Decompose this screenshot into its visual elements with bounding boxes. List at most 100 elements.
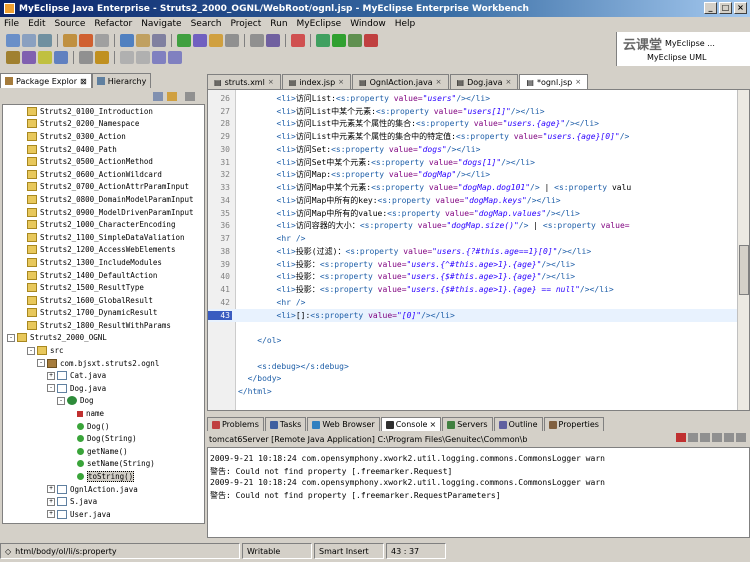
tree-item[interactable]: Struts2_1600_GlobalResult <box>3 294 204 307</box>
external-tools-icon[interactable] <box>364 34 378 47</box>
run-app-icon[interactable] <box>332 34 346 47</box>
highlight-icon[interactable] <box>95 51 109 64</box>
gear-icon[interactable] <box>316 34 330 47</box>
code-line[interactable] <box>208 322 738 335</box>
console-output[interactable]: 2009-9-21 10:18:24 com.opensymphony.xwor… <box>207 447 750 538</box>
code-line[interactable]: 32 <li>访问Map:<s:property value="dogMap"/… <box>208 169 738 182</box>
maximize-button[interactable]: □ <box>719 2 732 14</box>
tree-item[interactable]: Struts2_0800_DomainModelParamInput <box>3 193 204 206</box>
code-line[interactable]: </ol> <box>208 334 738 347</box>
tree-item[interactable]: Dog(String) <box>3 432 204 445</box>
display-console-icon[interactable] <box>736 433 746 442</box>
tree-item[interactable]: + Cat.java <box>3 369 204 382</box>
code-line[interactable]: 42 <hr /> <box>208 296 738 309</box>
expand-toggle-icon[interactable]: + <box>47 485 55 494</box>
tree-item[interactable]: Struts2_0300_Action <box>3 130 204 143</box>
code-line[interactable]: </html> <box>208 385 738 398</box>
run-icon[interactable] <box>177 34 191 47</box>
tree-item[interactable]: Struts2_0100_Introduction <box>3 105 204 118</box>
code-line[interactable]: 43 <li>[]:<s:property value="[0]"/></li> <box>208 308 738 322</box>
tree-item[interactable]: name <box>3 407 204 420</box>
tree-item[interactable]: Struts2_0400_Path <box>3 143 204 156</box>
menu-run[interactable]: Run <box>270 19 287 29</box>
tree-item[interactable]: Struts2_1400_DefaultAction <box>3 269 204 282</box>
tree-item[interactable]: toString() <box>3 470 204 483</box>
edit-icon[interactable] <box>79 51 93 64</box>
expand-toggle-icon[interactable]: - <box>7 333 15 342</box>
close-icon[interactable]: × <box>575 78 581 86</box>
close-icon[interactable]: × <box>436 78 442 86</box>
view-menu-icon[interactable] <box>185 92 195 101</box>
tree-item[interactable]: Struts2_1800_ResultWithParams <box>3 319 204 332</box>
close-icon[interactable]: ⊠ <box>80 77 87 86</box>
code-line[interactable]: 41 <li>投影：<s:property value="users.{$#th… <box>208 283 738 296</box>
editor-tab[interactable]: ▤ index.jsp × <box>281 74 352 89</box>
code-line[interactable]: 34 <li>访问Map中所有的key:<s:property value="d… <box>208 194 738 207</box>
link-editor-icon[interactable] <box>167 92 177 101</box>
new-interface-icon[interactable] <box>54 51 68 64</box>
tree-item[interactable]: + User.java <box>3 508 204 521</box>
editor-tab[interactable]: ▤ struts.xml × <box>207 74 281 89</box>
code-line[interactable]: 27 <li>访问List中某个元素:<s:property value="us… <box>208 105 738 118</box>
expand-toggle-icon[interactable]: + <box>47 510 55 519</box>
code-line[interactable]: 31 <li>访问Set中某个元素:<s:property value="dog… <box>208 156 738 169</box>
back-icon[interactable] <box>152 51 166 64</box>
tree-item[interactable]: Struts2_0500_ActionMethod <box>3 155 204 168</box>
tree-item[interactable]: Dog() <box>3 420 204 433</box>
code-line[interactable]: 29 <li>访问List中元素某个属性的集合中的特定值:<s:property… <box>208 130 738 143</box>
menu-navigate[interactable]: Navigate <box>141 19 181 29</box>
expand-toggle-icon[interactable]: + <box>47 371 55 380</box>
tree-item[interactable]: Struts2_1300_IncludeModules <box>3 256 204 269</box>
tree-item[interactable]: Struts2_0900_ModelDrivenParamInput <box>3 206 204 219</box>
code-line[interactable]: 38 <li>投影(过滤)：<s:property value="users.{… <box>208 245 738 258</box>
clear-console-icon[interactable] <box>700 433 710 442</box>
tree-item[interactable]: setName(String) <box>3 458 204 471</box>
deploy-icon[interactable] <box>79 34 93 47</box>
prev-annotation-icon[interactable] <box>120 51 134 64</box>
pin-console-icon[interactable] <box>724 433 734 442</box>
menu-window[interactable]: Window <box>350 19 386 29</box>
tree-item[interactable]: - com.bjsxt.struts2.ognl <box>3 357 204 370</box>
tree-item[interactable]: Struts2_1500_ResultType <box>3 281 204 294</box>
uml-icon[interactable] <box>266 34 280 47</box>
scrollbar-thumb[interactable] <box>739 245 749 295</box>
tab-hierarchy[interactable]: Hierarchy <box>91 73 152 88</box>
tab-servers[interactable]: Servers <box>442 417 493 431</box>
save-icon[interactable] <box>22 34 36 47</box>
expand-toggle-icon[interactable]: + <box>47 497 55 506</box>
perspective-uml[interactable]: MyEclipse UML <box>647 53 706 62</box>
tab-tasks[interactable]: Tasks <box>264 417 307 431</box>
close-icon[interactable]: × <box>338 78 344 86</box>
menu-edit[interactable]: Edit <box>28 19 45 29</box>
menu-project[interactable]: Project <box>230 19 261 29</box>
code-line[interactable]: 35 <li>访问Map中所有的value:<s:property value=… <box>208 207 738 220</box>
tree-item[interactable]: - Dog.java <box>3 382 204 395</box>
tree-item[interactable]: - Dog <box>3 395 204 408</box>
tree-item[interactable]: Struts2_0200_Namespace <box>3 118 204 131</box>
forward-icon[interactable] <box>168 51 182 64</box>
new-package-icon[interactable] <box>38 51 52 64</box>
tree-item[interactable]: - src <box>3 344 204 357</box>
expand-toggle-icon[interactable]: - <box>47 384 55 393</box>
tree-item[interactable]: getName() <box>3 445 204 458</box>
tab-problems[interactable]: Problems <box>207 417 264 431</box>
tree-item[interactable]: + S.java <box>3 495 204 508</box>
print-icon[interactable] <box>38 34 52 47</box>
expand-toggle-icon[interactable]: - <box>27 346 35 355</box>
code-line[interactable] <box>208 347 738 360</box>
minimize-button[interactable]: _ <box>704 2 717 14</box>
expand-toggle-icon[interactable]: - <box>37 359 45 368</box>
expand-toggle-icon[interactable]: - <box>57 396 65 405</box>
close-icon[interactable]: × <box>429 420 436 429</box>
editor-tab[interactable]: ▤ *ognl.jsp × <box>519 74 589 89</box>
editor-tab[interactable]: ▤ OgnlAction.java × <box>352 74 449 89</box>
browser-icon[interactable] <box>209 34 223 47</box>
tree-item[interactable]: + OgnlAction.java <box>3 483 204 496</box>
code-line[interactable]: 33 <li>访问Map中某个元素:<s:property value="dog… <box>208 181 738 194</box>
open-type-icon[interactable] <box>120 34 134 47</box>
code-editor[interactable]: 26 <li>访问List:<s:property value="users"/… <box>207 89 750 411</box>
new-class-icon[interactable] <box>22 51 36 64</box>
code-line[interactable]: 28 <li>访问List中元素某个属性的集合:<s:property valu… <box>208 118 738 131</box>
tools-icon[interactable] <box>250 34 264 47</box>
tree-item[interactable]: Struts2_1100_SimpleDataValiation <box>3 231 204 244</box>
